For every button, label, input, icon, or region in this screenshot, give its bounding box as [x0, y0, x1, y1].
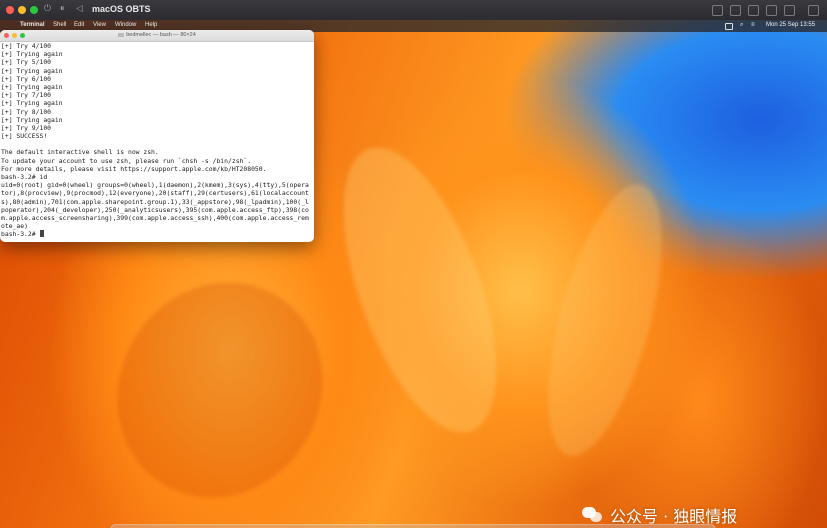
menu-window[interactable]: Window	[115, 22, 136, 28]
display-icon[interactable]	[730, 5, 741, 16]
sidebar-icon[interactable]	[808, 5, 819, 16]
terminal-prompt: bash-3.2#	[1, 230, 40, 239]
menu-app-name[interactable]: Terminal	[20, 22, 45, 28]
terminal-window[interactable]: bedmellec — bash — 80×24 [+] Try 4/100 [+…	[0, 30, 314, 242]
vm-title: macOS OBTS	[92, 4, 151, 14]
vm-zoom-button[interactable]	[30, 6, 38, 14]
vm-window-titlebar: ⏻ ⏸ ◁ macOS OBTS	[0, 0, 827, 21]
share-icon[interactable]	[748, 5, 759, 16]
terminal-line: s),80(admin),701(com.apple.sharepoint.gr…	[1, 197, 309, 206]
terminal-line: [+] Try 4/100	[1, 42, 52, 50]
fullscreen-icon[interactable]	[784, 5, 795, 16]
back-icon[interactable]: ◁	[76, 4, 83, 14]
menu-shell[interactable]: Shell	[53, 22, 66, 28]
terminal-line: [+] Trying again	[1, 99, 63, 108]
terminal-line: [+] SUCCESS!	[1, 132, 48, 141]
usb-icon[interactable]	[766, 5, 777, 16]
desktop-wallpaper: Terminal Shell Edit View Window Help ⌕ ≡…	[0, 20, 827, 528]
terminal-line: bash-3.2# id	[1, 173, 48, 181]
terminal-line: [+] Try 9/100	[1, 123, 52, 132]
power-icon[interactable]: ⏻	[44, 4, 51, 14]
terminal-line: ote_ae)	[1, 222, 28, 231]
terminal-line: [+] Trying again	[1, 50, 63, 59]
menu-clock[interactable]: Mon 25 Sep 13:55	[766, 22, 815, 28]
pause-icon[interactable]: ⏸	[60, 4, 65, 14]
terminal-titlebar[interactable]: bedmellec — bash — 80×24	[0, 30, 314, 42]
wallpaper-highlight	[312, 128, 528, 452]
terminal-line: [+] Trying again	[1, 115, 63, 124]
terminal-line: For more details, please visit https://s…	[1, 164, 267, 173]
text-cursor	[40, 230, 45, 238]
menu-view[interactable]: View	[93, 22, 106, 28]
terminal-line: [+] Try 8/100	[1, 107, 52, 116]
wechat-logo-icon	[582, 507, 604, 523]
vm-close-button[interactable]	[6, 6, 14, 14]
terminal-line: [+] Try 6/100	[1, 74, 52, 83]
menu-edit[interactable]: Edit	[74, 22, 84, 28]
folder-icon	[118, 32, 125, 37]
search-icon[interactable]: ⌕	[740, 22, 743, 29]
control-center-icon[interactable]: ≡	[751, 22, 755, 28]
terminal-line: tor),8(procview),9(procmod),12(everyone)…	[1, 189, 309, 198]
terminal-line: uid=0(root) gid=0(wheel) groups=0(wheel)…	[1, 181, 309, 190]
dock: 25tv>_	[110, 524, 716, 528]
wallpaper-shade	[78, 244, 362, 528]
terminal-line: [+] Trying again	[1, 82, 63, 91]
menu-help[interactable]: Help	[145, 22, 157, 28]
wallpaper-highlight	[525, 173, 685, 467]
terminal-title: bedmellec — bash — 80×24	[126, 32, 196, 38]
vm-minimize-button[interactable]	[18, 6, 26, 14]
terminal-line: [+] Trying again	[1, 66, 63, 75]
terminal-line: The default interactive shell is now zsh…	[1, 148, 159, 157]
terminal-line: To update your account to use zsh, pleas…	[1, 156, 252, 165]
terminal-line: [+] Try 7/100	[1, 91, 52, 100]
keyboard-icon[interactable]	[725, 23, 733, 30]
terminal-line: poperator),204(_developer),250(_analytic…	[1, 205, 309, 214]
terminal-line: m.apple.access_screensharing),399(com.ap…	[1, 213, 309, 222]
terminal-line: [+] Try 5/100	[1, 58, 52, 67]
snapshot-icon[interactable]	[712, 5, 723, 16]
terminal-output[interactable]: [+] Try 4/100 [+] Trying again [+] Try 5/1…	[1, 42, 313, 239]
terminal-prompt-line[interactable]: bash-3.2#	[1, 230, 313, 238]
